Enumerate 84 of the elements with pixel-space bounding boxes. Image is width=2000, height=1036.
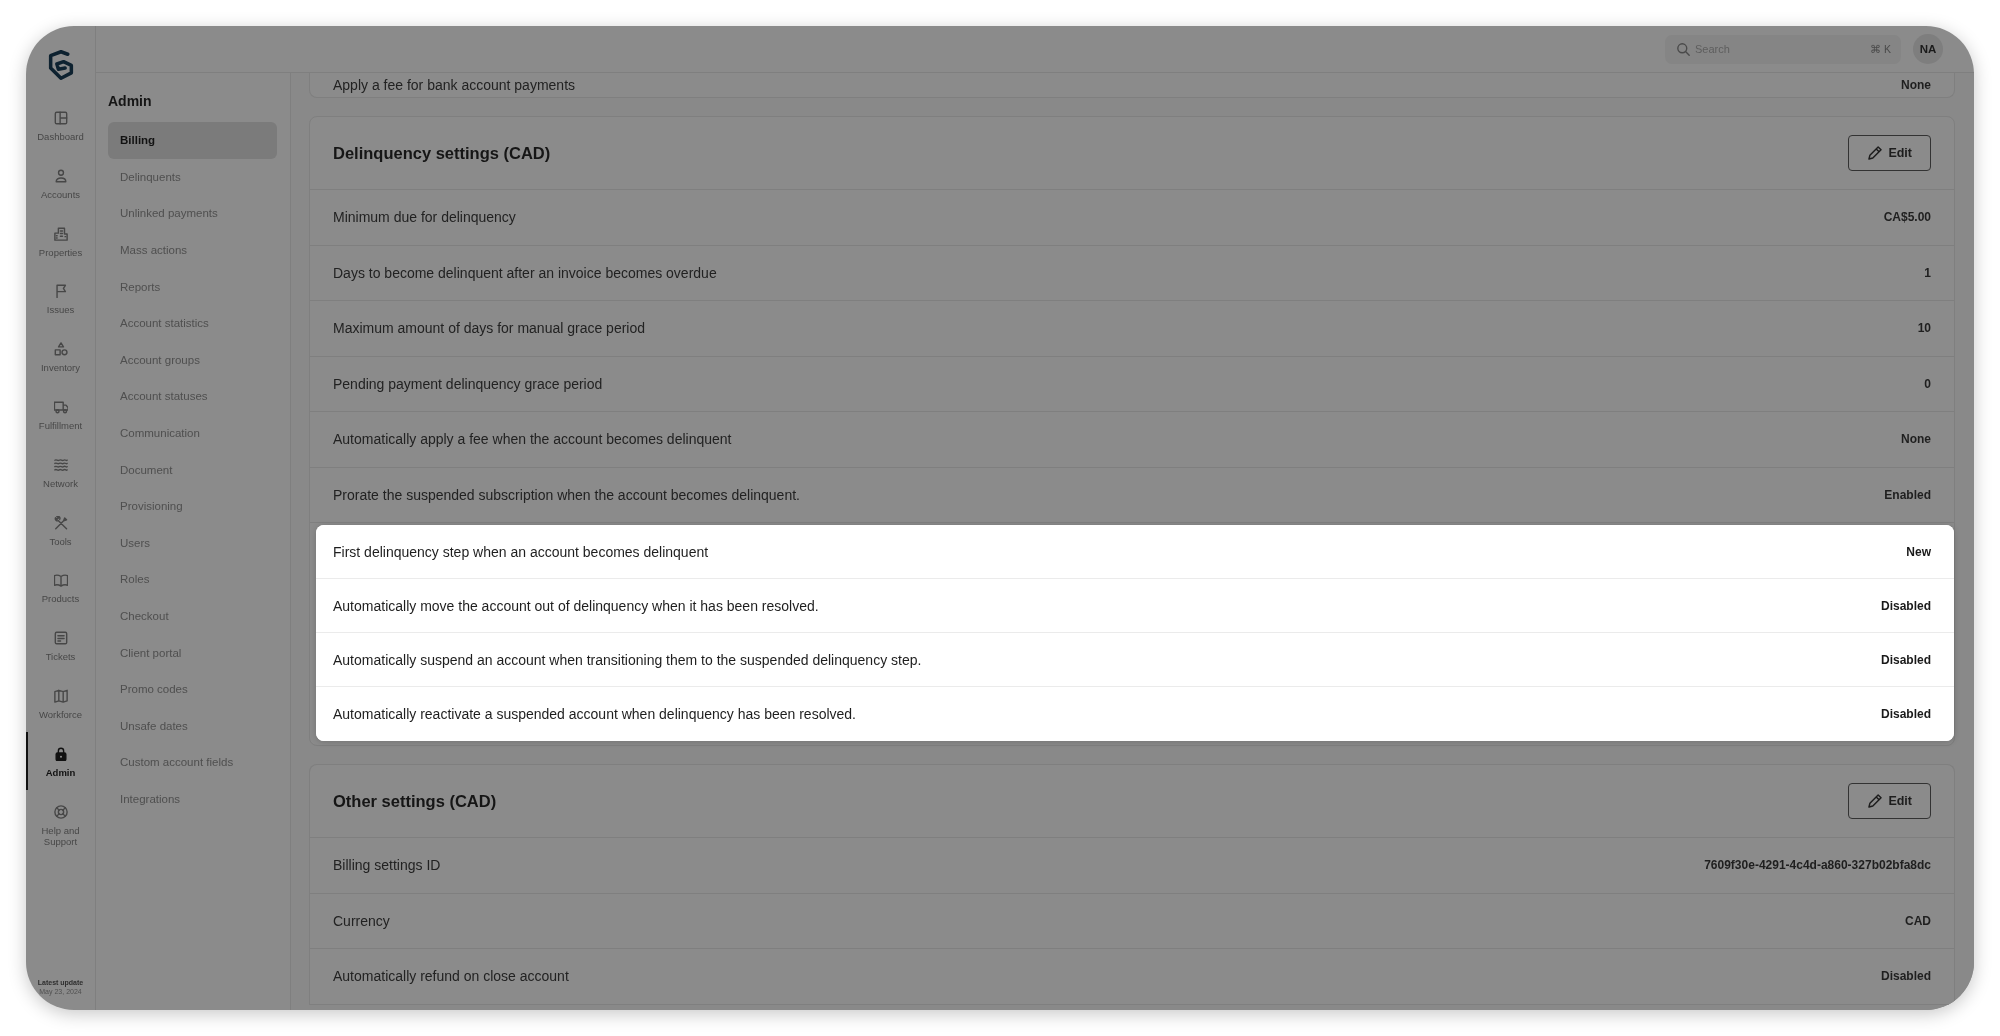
setting-label: First delinquency step when an account becomes delinquent: [333, 543, 709, 560]
flag-icon: [53, 284, 68, 299]
submenu-item[interactable]: Unsafe dates: [108, 707, 277, 745]
submenu-item[interactable]: Delinquents: [108, 158, 277, 196]
submenu-item[interactable]: Account statuses: [108, 378, 277, 415]
submenu-item[interactable]: Promo codes: [108, 670, 277, 708]
setting-value: Disabled: [1881, 707, 1931, 721]
nav-item[interactable]: Help and Support: [26, 789, 95, 848]
book-icon: [53, 573, 68, 588]
nav-item[interactable]: Tickets: [26, 616, 95, 674]
shortcut-hint: ⌘ K: [1870, 42, 1891, 56]
nav-item[interactable]: Properties: [26, 211, 95, 270]
submenu-item[interactable]: Unlinked payments: [108, 195, 277, 232]
setting-label: Prorate the suspended subscription when the account becomes delinquent.: [333, 486, 800, 503]
nav-item[interactable]: Accounts: [26, 153, 95, 212]
search-icon: [1677, 42, 1690, 56]
submenu-item[interactable]: Provisioning: [108, 487, 277, 525]
map-icon: [53, 688, 68, 703]
truck-icon: [53, 400, 68, 414]
buildings-icon: [53, 226, 68, 241]
pencil-icon: [1868, 146, 1883, 160]
submenu-item[interactable]: Integrations: [108, 780, 277, 818]
user-avatar[interactable]: NA: [1913, 34, 1943, 64]
setting-value: Disabled: [1881, 969, 1931, 984]
setting-label: Automatically refund on close account: [333, 968, 569, 985]
setting-value: Disabled: [1881, 598, 1931, 613]
setting-value: 10: [1917, 321, 1931, 336]
setting-value: 0: [1924, 376, 1931, 391]
nav-item[interactable]: Network: [26, 442, 95, 501]
setting-value: New: [1906, 544, 1931, 559]
setting-value: CAD: [1905, 913, 1931, 928]
nav-item[interactable]: Admin: [26, 731, 95, 790]
submenu-item[interactable]: Users: [108, 524, 277, 562]
setting-label: Automatically suspend an account when transitioning them to the suspended delinquency step.: [333, 651, 922, 668]
setting-value: Disabled: [1881, 652, 1931, 667]
pencil-icon: [1868, 794, 1883, 808]
setting-value: 1: [1924, 265, 1931, 280]
setting-value: Enabled: [1884, 487, 1931, 502]
submenu-item[interactable]: Communication: [108, 414, 277, 452]
setting-label: Days to become delinquent after an invoice becomes overdue: [333, 264, 717, 281]
setting-label: Pending payment delinquency grace period: [333, 375, 603, 392]
setting-value: None: [1901, 78, 1931, 92]
setting-label: Maximum amount of days for manual grace period: [333, 320, 646, 337]
setting-value: CA$5.00: [1883, 210, 1931, 225]
lifebuoy-icon: [53, 804, 68, 819]
card-title: Other settings (CAD): [333, 791, 497, 811]
nav-item[interactable]: Fulfillment: [26, 385, 95, 443]
nav-item[interactable]: Issues: [26, 269, 95, 328]
submenu-item[interactable]: Account groups: [108, 341, 277, 379]
note-icon: [53, 631, 68, 646]
submenu-title: Admin: [108, 92, 153, 110]
setting-label: Currency: [333, 912, 390, 929]
submenu-item[interactable]: Document: [108, 451, 277, 488]
submenu-item[interactable]: Mass actions: [108, 231, 277, 269]
edit-button[interactable]: Edit: [1848, 783, 1931, 819]
submenu-item[interactable]: Billing: [108, 122, 277, 159]
submenu-item[interactable]: Checkout: [108, 597, 277, 635]
submenu-item[interactable]: Reports: [108, 268, 277, 305]
setting-label: Automatically reactivate a suspended account when delinquency has been resolved.: [333, 706, 856, 722]
waves-icon: [53, 457, 68, 472]
nav-item[interactable]: Tools: [26, 500, 95, 559]
setting-value: None: [1901, 432, 1931, 447]
shapes-icon: [53, 342, 68, 357]
submenu-item[interactable]: Roles: [108, 561, 277, 598]
layout-icon: [53, 111, 68, 125]
lock-icon: [53, 746, 68, 761]
setting-value: 7609f30e-4291-4c4d-a860-327b02bfa8dc: [1704, 858, 1931, 873]
setting-label: Apply a fee for bank account payments: [333, 77, 576, 93]
setting-label: Minimum due for delinquency: [333, 209, 516, 226]
submenu-item[interactable]: Custom account fields: [108, 744, 277, 781]
person-icon: [53, 168, 68, 183]
nav-item[interactable]: Workforce: [26, 673, 95, 732]
setting-label: Billing settings ID: [333, 857, 441, 874]
logo-icon: [46, 50, 75, 80]
setting-label: Automatically apply a fee when the account becomes delinquent: [333, 431, 732, 448]
setting-label: Automatically move the account out of delinquency when it has been resolved.: [333, 597, 819, 614]
submenu-item[interactable]: Account statistics: [108, 304, 277, 342]
card-title: Delinquency settings (CAD): [333, 143, 551, 163]
tools-icon: [53, 515, 68, 530]
nav-item[interactable]: Inventory: [26, 327, 95, 385]
edit-button[interactable]: Edit: [1848, 135, 1931, 171]
nav-item[interactable]: Dashboard: [26, 96, 95, 154]
submenu-item[interactable]: Client portal: [108, 634, 277, 671]
nav-item[interactable]: Products: [26, 558, 95, 617]
